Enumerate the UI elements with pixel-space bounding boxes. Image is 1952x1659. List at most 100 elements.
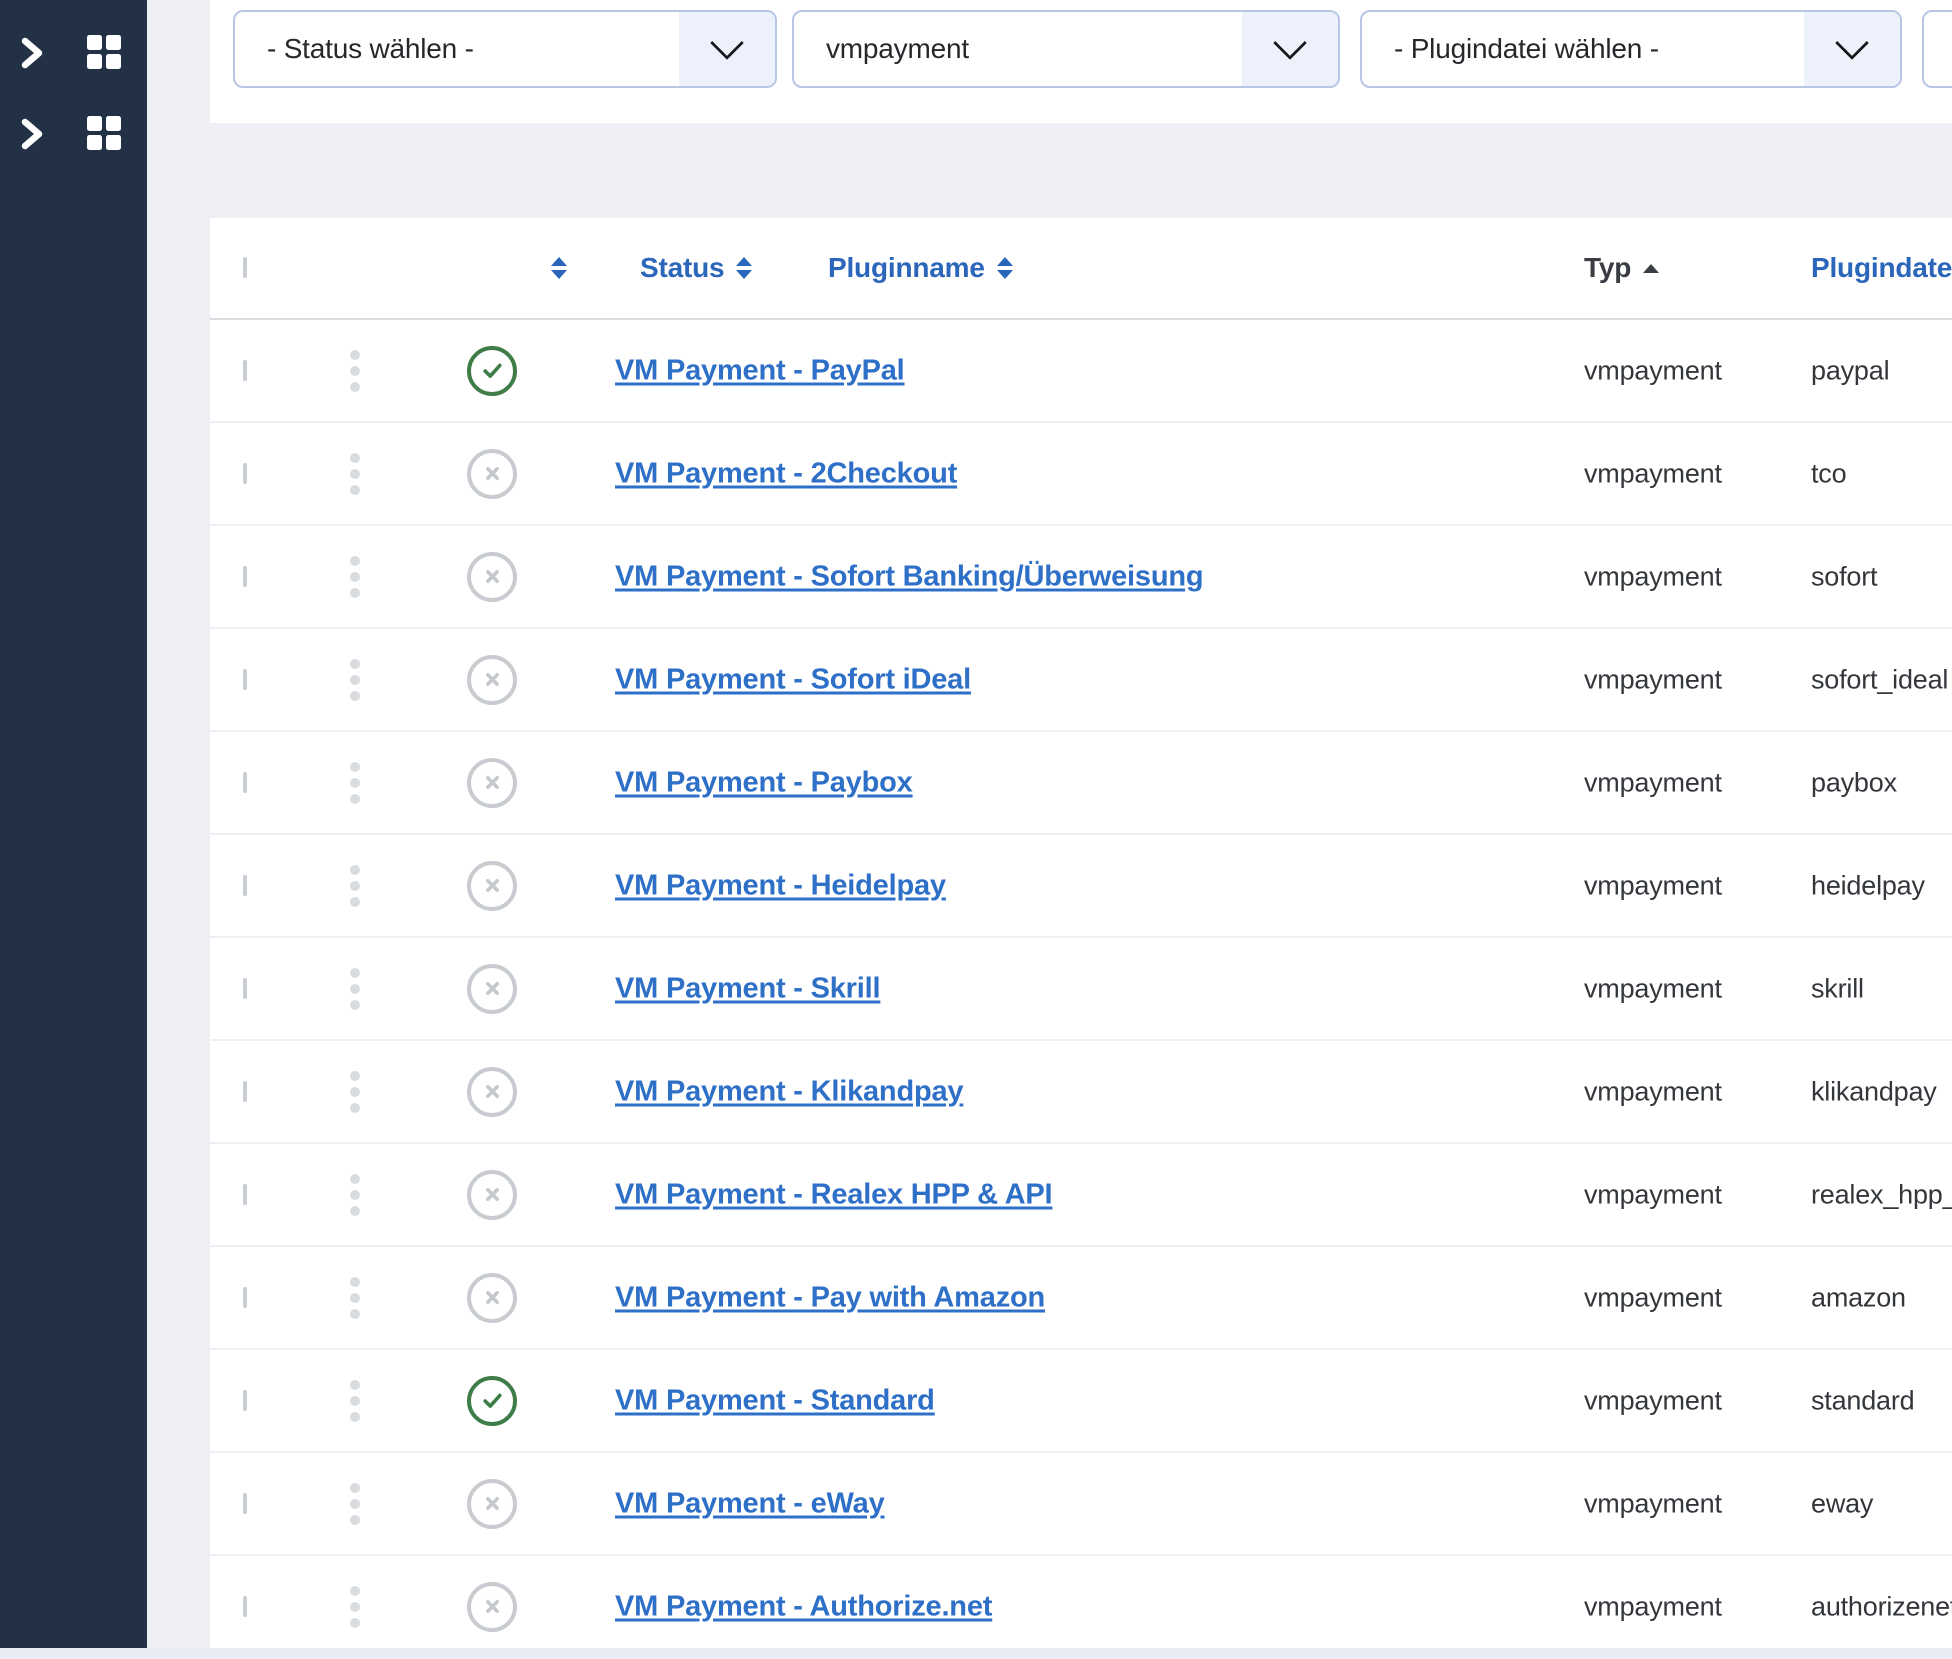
x-circle-icon [480,770,505,795]
plugin-file-filter-select[interactable]: - Plugindatei wählen - [1360,10,1902,88]
drag-handle[interactable] [346,346,364,396]
x-circle-icon [480,1285,505,1310]
drag-handle[interactable] [346,655,364,705]
chevron-down-icon [679,12,775,86]
status-toggle-button[interactable] [467,1273,517,1323]
row-checkbox[interactable] [243,875,247,896]
grid-icon [87,35,121,69]
sidebar-expand-button-2[interactable] [19,117,45,151]
plugin-file-cell: amazon [1811,1282,1906,1313]
plugin-name-link[interactable]: VM Payment - eWay [615,1487,885,1520]
plugin-name-link[interactable]: VM Payment - Standard [615,1384,935,1417]
drag-handle[interactable] [346,1376,364,1426]
status-filter-select[interactable]: - Status wählen - [233,10,777,88]
horizontal-scrollbar-track[interactable] [0,1648,1952,1658]
drag-handle[interactable] [346,861,364,911]
status-toggle-button[interactable] [467,1582,517,1632]
status-toggle-button[interactable] [467,964,517,1014]
drag-handle[interactable] [346,1273,364,1323]
plugin-type-cell: vmpayment [1584,1179,1722,1210]
row-checkbox[interactable] [243,1390,247,1411]
plugin-name-link[interactable]: VM Payment - PayPal [615,354,905,387]
table-row: VM Payment - Paybox vmpayment paybox [210,732,1952,835]
row-checkbox[interactable] [243,1081,247,1102]
chevron-down-icon [1804,12,1900,86]
row-checkbox[interactable] [243,1596,247,1617]
plugin-name-link[interactable]: VM Payment - Realex HPP & API [615,1178,1052,1211]
status-toggle-button[interactable] [467,1170,517,1220]
row-checkbox[interactable] [243,1287,247,1308]
plugin-file-cell: sofort_ideal [1811,664,1948,695]
plugin-type-cell: vmpayment [1584,870,1722,901]
status-toggle-button[interactable] [467,655,517,705]
status-column-header[interactable]: Status [640,252,752,284]
plugin-file-cell: sofort [1811,561,1877,592]
sidebar-expand-button[interactable] [19,36,45,70]
drag-handle[interactable] [346,1582,364,1632]
plugin-name-link[interactable]: VM Payment - Heidelpay [615,869,946,902]
plugin-name-link[interactable]: VM Payment - Skrill [615,972,880,1005]
plugin-type-cell: vmpayment [1584,561,1722,592]
plugin-name-link[interactable]: VM Payment - Sofort iDeal [615,663,971,696]
drag-handle[interactable] [346,552,364,602]
drag-handle[interactable] [346,1479,364,1529]
plugin-file-cell: authorizenet [1811,1591,1952,1622]
table-row: VM Payment - Klikandpay vmpayment klikan… [210,1041,1952,1144]
table-row: VM Payment - Pay with Amazon vmpayment a… [210,1247,1952,1350]
x-circle-icon [480,564,505,589]
plugin-type-cell: vmpayment [1584,767,1722,798]
select-all-checkbox[interactable] [243,257,247,278]
plugin-type-cell: vmpayment [1584,355,1722,386]
row-checkbox[interactable] [243,978,247,999]
x-circle-icon [480,873,505,898]
plugindatei-column-header[interactable]: Plugindatei [1811,252,1952,284]
x-circle-icon [480,1182,505,1207]
pluginname-column-header[interactable]: Pluginname [828,252,1013,284]
x-circle-icon [480,667,505,692]
drag-handle[interactable] [346,964,364,1014]
table-row: VM Payment - PayPal vmpayment paypal [210,320,1952,423]
plugin-name-link[interactable]: VM Payment - 2Checkout [615,457,957,490]
plugin-type-filter-select[interactable]: vmpayment [792,10,1340,88]
status-toggle-button[interactable] [467,1376,517,1426]
row-checkbox[interactable] [243,1493,247,1514]
chevron-right-icon [19,36,45,70]
drag-handle[interactable] [346,449,364,499]
plugin-name-link[interactable]: VM Payment - Authorize.net [615,1590,992,1623]
plugindatei-header-label: Plugindatei [1811,252,1952,284]
x-circle-icon [480,976,505,1001]
status-toggle-button[interactable] [467,346,517,396]
x-circle-icon [480,1491,505,1516]
row-checkbox[interactable] [243,566,247,587]
plugin-name-link[interactable]: VM Payment - Pay with Amazon [615,1281,1045,1314]
row-checkbox[interactable] [243,772,247,793]
sort-icon [736,257,752,279]
plugin-name-link[interactable]: VM Payment - Sofort Banking/Überweisung [615,560,1203,593]
plugin-type-cell: vmpayment [1584,1385,1722,1416]
sidebar-modules-button-2[interactable] [87,116,121,150]
row-checkbox[interactable] [243,360,247,381]
drag-handle[interactable] [346,758,364,808]
status-toggle-button[interactable] [467,449,517,499]
status-toggle-button[interactable] [467,1479,517,1529]
extra-filter-select[interactable] [1922,10,1952,88]
plugin-name-link[interactable]: VM Payment - Klikandpay [615,1075,963,1108]
typ-column-header[interactable]: Typ [1584,252,1659,284]
plugin-file-cell: heidelpay [1811,870,1925,901]
drag-handle[interactable] [346,1170,364,1220]
chevron-down-icon [1242,12,1338,86]
row-checkbox[interactable] [243,669,247,690]
status-toggle-button[interactable] [467,861,517,911]
status-toggle-button[interactable] [467,758,517,808]
table-row: VM Payment - Skrill vmpayment skrill [210,938,1952,1041]
status-toggle-button[interactable] [467,1067,517,1117]
ordering-column-header[interactable] [551,257,567,279]
status-toggle-button[interactable] [467,552,517,602]
row-checkbox[interactable] [243,1184,247,1205]
drag-handle[interactable] [346,1067,364,1117]
plugin-name-link[interactable]: VM Payment - Paybox [615,766,913,799]
row-checkbox[interactable] [243,463,247,484]
sort-ascending-icon [1643,264,1659,273]
sidebar-modules-button[interactable] [87,35,121,69]
x-circle-icon [480,461,505,486]
